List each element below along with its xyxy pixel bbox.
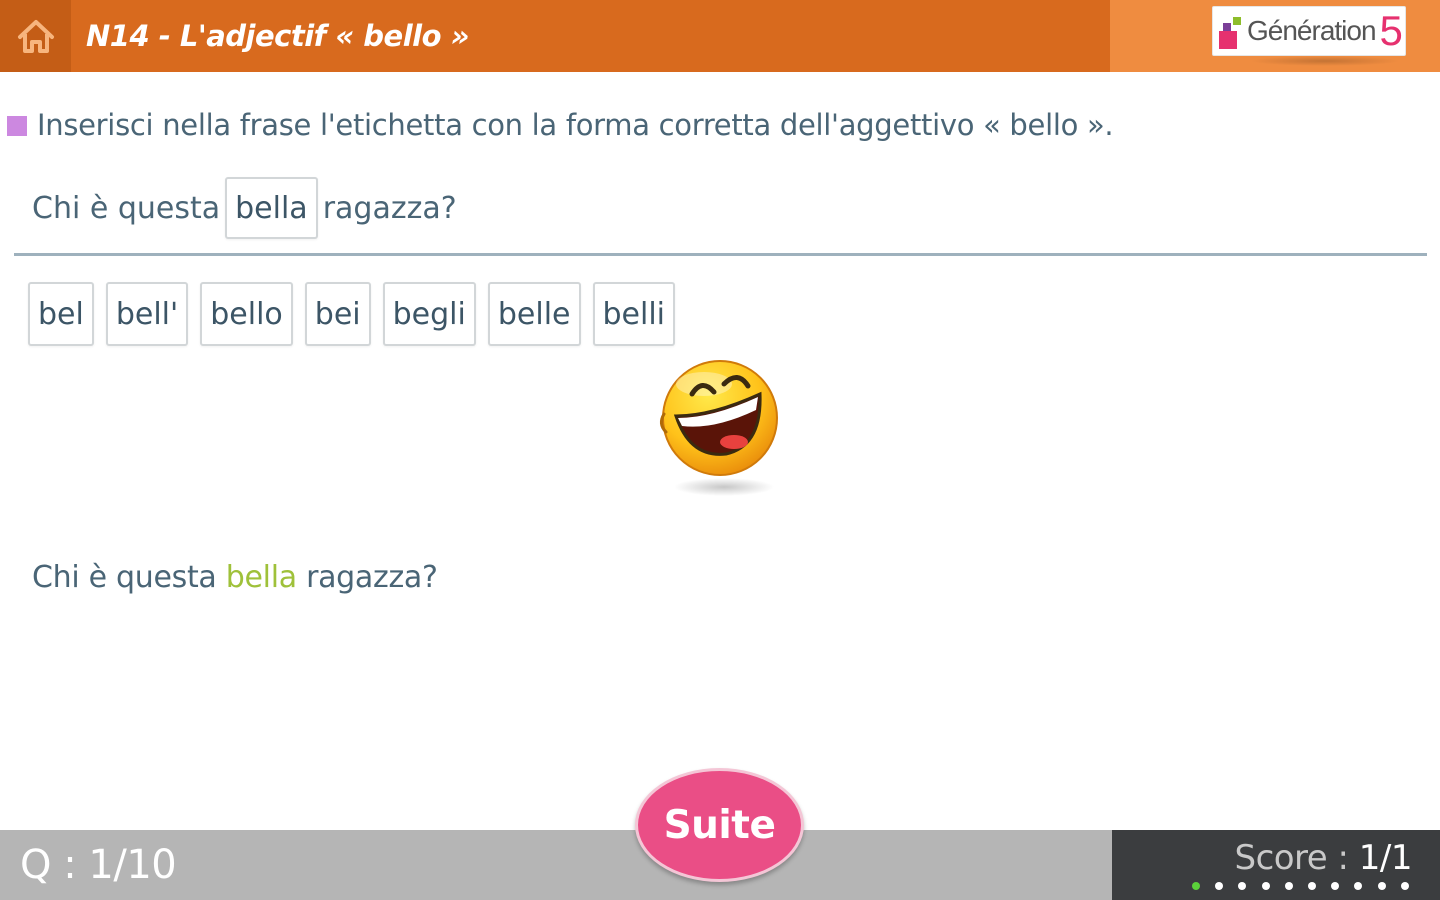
progress-dot (1238, 882, 1247, 890)
progress-dot (1215, 882, 1224, 890)
progress-dot (1192, 882, 1200, 890)
brand-logo: Génération 5 (1212, 6, 1406, 56)
progress-dot (1354, 882, 1363, 890)
score-display: Score : 1/1 (1234, 838, 1412, 878)
progress-dot (1377, 882, 1386, 890)
question-counter: Q : 1/10 (20, 842, 177, 888)
instruction-text: Inserisci nella frase l'etichetta con la… (37, 108, 1114, 142)
score-value: 1/1 (1358, 838, 1413, 878)
page-title: N14 - L'adjectif « bello » (86, 19, 469, 53)
sentence-after: ragazza? (322, 190, 457, 226)
home-icon (17, 20, 54, 53)
progress-dot (1331, 882, 1340, 890)
label-tile-bei[interactable]: bei (304, 282, 371, 346)
score-label: Score : (1234, 838, 1359, 878)
progress-dot (1307, 882, 1316, 890)
label-tile-begli[interactable]: begli (382, 282, 476, 346)
correction-sentence: Chi è questa bella ragazza? (32, 560, 438, 595)
suite-button[interactable]: Suite (635, 768, 804, 882)
progress-dots (1192, 882, 1424, 890)
label-tile-belle[interactable]: belle (487, 282, 581, 346)
laughing-smiley-icon (659, 360, 778, 496)
progress-dot (1261, 882, 1270, 890)
suite-button-label: Suite (663, 802, 776, 848)
progress-dot (1400, 882, 1409, 890)
correction-after: ragazza? (296, 560, 438, 595)
brand-number: 5 (1379, 7, 1403, 54)
label-tile-bello[interactable]: bello (200, 282, 293, 346)
exercise-sentence: Chi è questa bella ragazza? (32, 177, 457, 239)
correction-before: Chi è questa (32, 560, 226, 595)
answer-drop-slot[interactable]: bella (225, 177, 318, 239)
sentence-before: Chi è questa (32, 190, 221, 226)
home-button[interactable] (0, 0, 71, 72)
brand-logo-shadow (1250, 56, 1400, 66)
divider (14, 253, 1427, 256)
brand-mark-icon (1217, 11, 1247, 51)
label-choices: bel bell' bello bei begli belle belli (28, 282, 687, 346)
label-tile-belli[interactable]: belli (592, 282, 676, 346)
correct-answer: bella (225, 560, 297, 595)
label-tile-bell[interactable]: bell' (105, 282, 189, 346)
label-tile-bel[interactable]: bel (28, 282, 94, 346)
progress-dot (1284, 882, 1293, 890)
instruction-bullet-icon (7, 116, 27, 136)
brand-name: Génération (1247, 15, 1377, 46)
